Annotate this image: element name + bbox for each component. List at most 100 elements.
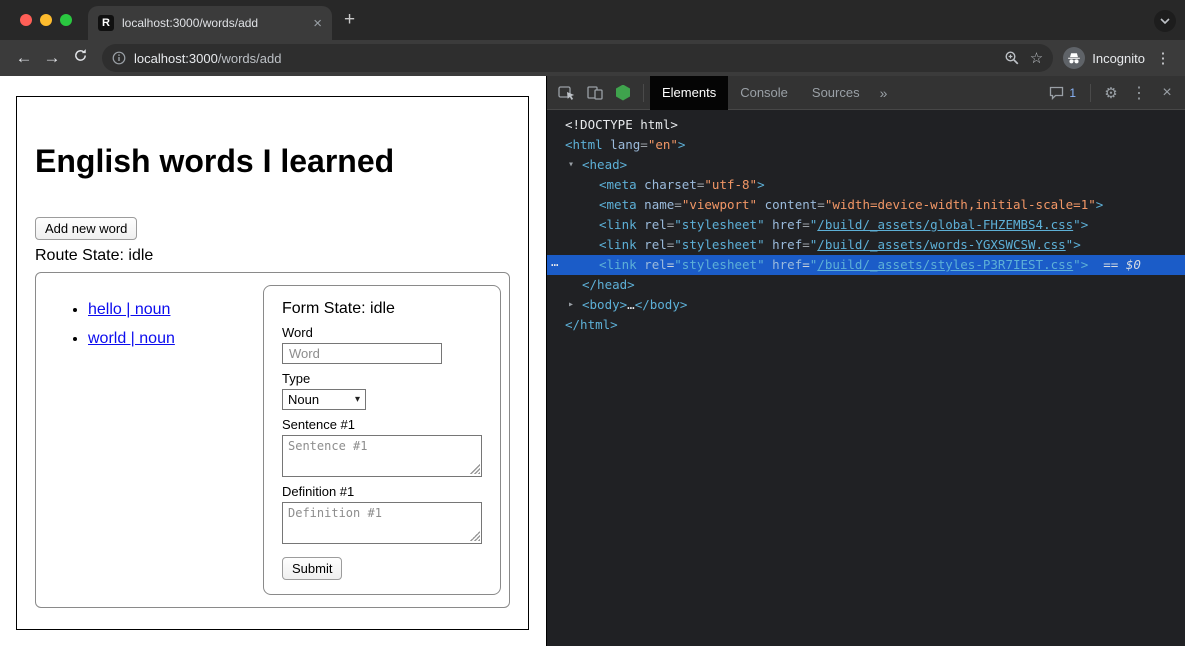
resize-grip-icon[interactable] xyxy=(470,464,480,474)
word-field-label: Word xyxy=(282,325,482,340)
dom-token: /build/_assets/global-FHZEMBS4.css xyxy=(817,217,1073,232)
back-button[interactable]: ← xyxy=(10,48,38,68)
extension-hexagon-icon[interactable] xyxy=(609,76,637,110)
word-link[interactable]: hello | noun xyxy=(88,301,170,318)
dom-token: <body> xyxy=(582,297,627,312)
dom-token: </html> xyxy=(565,317,618,332)
toolbar-divider xyxy=(1090,84,1091,102)
window-controls xyxy=(20,14,72,26)
tab-elements[interactable]: Elements xyxy=(650,76,728,110)
browser-menu-icon[interactable]: ⋮ xyxy=(1151,49,1175,67)
dom-token: " xyxy=(1073,217,1081,232)
tab-sources[interactable]: Sources xyxy=(800,76,872,110)
sentence-field-label: Sentence #1 xyxy=(282,417,482,432)
app-container: English words I learned Add new word Rou… xyxy=(16,96,529,630)
route-state-text: Route State: idle xyxy=(35,247,510,265)
content-area: English words I learned Add new word Rou… xyxy=(0,76,1185,646)
words-panel: hello | noun world | noun Form State: id… xyxy=(35,272,510,608)
dom-token: /build/_assets/words-YGXSWCSW.css xyxy=(817,237,1065,252)
window-minimize-button[interactable] xyxy=(40,14,52,26)
dom-token: = xyxy=(802,237,810,252)
dom-token: = xyxy=(640,137,648,152)
dom-token: = xyxy=(817,197,825,212)
dom-token: href xyxy=(765,257,803,272)
dom-token: "viewport" xyxy=(682,197,757,212)
dom-token: "en" xyxy=(648,137,678,152)
add-new-word-button[interactable]: Add new word xyxy=(35,217,137,240)
collapse-arrow-icon[interactable]: ▾ xyxy=(568,155,574,175)
address-bar[interactable]: localhost:3000/words/add ☆ xyxy=(102,44,1053,72)
tab-strip: R localhost:3000/words/add × + xyxy=(0,0,1185,40)
definition-field-label: Definition #1 xyxy=(282,484,482,499)
dom-token: </head> xyxy=(582,277,635,292)
dom-token: /build/_assets/styles-P3R7IEST.css xyxy=(817,257,1073,272)
reload-icon xyxy=(73,48,88,63)
dom-token: "stylesheet" xyxy=(674,257,764,272)
dom-token: <link xyxy=(599,237,637,252)
more-tabs-icon[interactable]: » xyxy=(872,85,896,101)
dom-token: <meta xyxy=(599,177,637,192)
definition-textarea[interactable] xyxy=(282,502,482,544)
dom-tree-line[interactable]: <meta name="viewport" content="width=dev… xyxy=(547,195,1185,215)
url-host: localhost:3000 xyxy=(134,51,218,66)
browser-toolbar: ← → localhost:3000/words/add ☆ Incognito… xyxy=(0,40,1185,76)
console-messages-button[interactable]: 1 xyxy=(1041,86,1084,100)
resize-grip-icon[interactable] xyxy=(470,531,480,541)
message-bubble-icon xyxy=(1049,86,1064,100)
dom-token: lang xyxy=(603,137,641,152)
dom-tree-line[interactable]: <link rel="stylesheet" href="/build/_ass… xyxy=(547,235,1185,255)
incognito-label: Incognito xyxy=(1092,51,1145,66)
zoom-button[interactable] xyxy=(1004,50,1020,66)
dom-line-menu-icon[interactable]: … xyxy=(551,252,558,272)
forward-button[interactable]: → xyxy=(38,48,66,68)
dom-token: " xyxy=(1073,257,1081,272)
window-fullscreen-button[interactable] xyxy=(60,14,72,26)
dom-tree-line[interactable]: <meta charset="utf-8"> xyxy=(547,175,1185,195)
dom-tree-line[interactable]: </html> xyxy=(547,315,1185,335)
devtools-close-icon[interactable]: × xyxy=(1153,76,1181,110)
dom-token: … xyxy=(627,297,635,312)
incognito-icon xyxy=(1063,47,1085,69)
window-close-button[interactable] xyxy=(20,14,32,26)
url-text[interactable]: localhost:3000/words/add xyxy=(134,51,996,66)
dom-token: "stylesheet" xyxy=(674,237,764,252)
dom-token: content xyxy=(757,197,817,212)
devtools-menu-icon[interactable]: ⋮ xyxy=(1125,76,1153,110)
dom-token: = xyxy=(674,197,682,212)
dom-tree-line[interactable]: …<link rel="stylesheet" href="/build/_as… xyxy=(547,255,1185,275)
reload-button[interactable] xyxy=(66,48,94,68)
type-select[interactable]: Noun ▾ xyxy=(282,389,366,410)
incognito-profile-chip[interactable]: Incognito xyxy=(1063,47,1145,69)
expand-arrow-icon[interactable]: ▸ xyxy=(568,295,574,315)
dom-token: </body> xyxy=(635,297,688,312)
dom-tree-line[interactable]: <!DOCTYPE html> xyxy=(547,115,1185,135)
submit-button[interactable]: Submit xyxy=(282,557,342,580)
settings-gear-icon[interactable]: ⚙ xyxy=(1097,76,1125,110)
tab-title: localhost:3000/words/add xyxy=(122,16,307,30)
bookmark-star-icon[interactable]: ☆ xyxy=(1030,51,1043,66)
browser-tab[interactable]: R localhost:3000/words/add × xyxy=(88,6,332,40)
dom-tree-line[interactable]: <link rel="stylesheet" href="/build/_ass… xyxy=(547,215,1185,235)
word-input[interactable] xyxy=(282,343,442,364)
dom-token: <link xyxy=(599,257,637,272)
tab-console[interactable]: Console xyxy=(728,76,800,110)
hexagon-icon xyxy=(616,85,630,101)
devtools-toolbar: Elements Console Sources » 1 ⚙ ⋮ × xyxy=(547,76,1185,110)
inspect-element-icon[interactable] xyxy=(553,76,581,110)
word-link[interactable]: world | noun xyxy=(88,330,175,347)
tab-search-button[interactable] xyxy=(1154,10,1176,32)
dom-token: href xyxy=(765,217,803,232)
select-chevron-icon: ▾ xyxy=(355,394,360,405)
dom-tree-line[interactable]: </head> xyxy=(547,275,1185,295)
dom-token: > xyxy=(1081,217,1089,232)
dom-token: href xyxy=(765,237,803,252)
new-tab-button[interactable]: + xyxy=(344,10,355,30)
chevron-down-icon xyxy=(1160,18,1170,24)
dom-tree-line[interactable]: <html lang="en"> xyxy=(547,135,1185,155)
site-info-button[interactable] xyxy=(112,51,126,65)
device-toolbar-icon[interactable] xyxy=(581,76,609,110)
dom-tree-line[interactable]: ▸ <body>…</body> xyxy=(547,295,1185,315)
tab-close-icon[interactable]: × xyxy=(313,15,322,32)
sentence-textarea[interactable] xyxy=(282,435,482,477)
dom-tree-line[interactable]: ▾<head> xyxy=(547,155,1185,175)
